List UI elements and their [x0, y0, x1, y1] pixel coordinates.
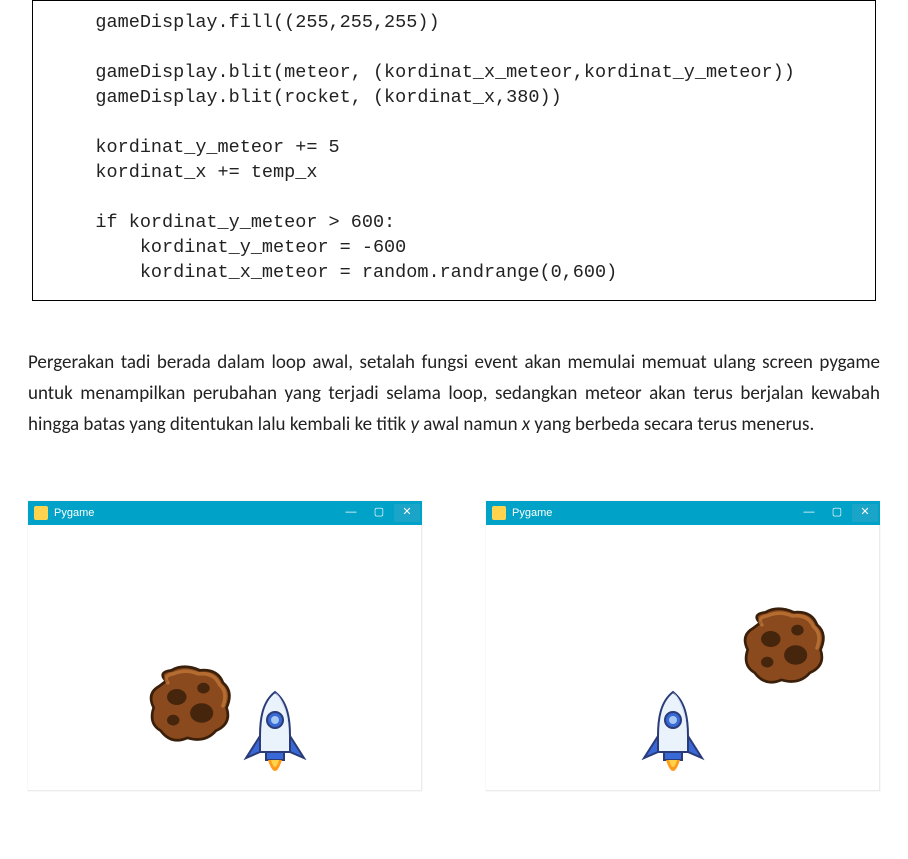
pygame-icon	[492, 506, 506, 520]
rocket-sprite	[240, 690, 310, 782]
titlebar[interactable]: Pygame — ▢ ✕	[28, 501, 422, 525]
window-controls: — ▢ ✕	[796, 504, 880, 522]
window-controls: — ▢ ✕	[338, 504, 422, 522]
windows-row: Pygame — ▢ ✕	[24, 501, 884, 791]
window-title: Pygame	[512, 507, 552, 519]
meteor-sprite	[740, 607, 830, 687]
minimize-button[interactable]: —	[796, 504, 822, 522]
minimize-button[interactable]: —	[338, 504, 364, 522]
game-canvas	[486, 525, 880, 791]
maximize-button[interactable]: ▢	[366, 504, 392, 522]
paragraph-em-y: y	[410, 413, 419, 436]
pygame-window-left: Pygame — ▢ ✕	[28, 501, 422, 791]
titlebar[interactable]: Pygame — ▢ ✕	[486, 501, 880, 525]
close-button[interactable]: ✕	[394, 504, 420, 522]
paragraph-part-2: awal namun	[419, 413, 522, 436]
code-block: gameDisplay.fill((255,255,255)) gameDisp…	[32, 0, 876, 301]
paragraph-em-x: x	[522, 413, 530, 436]
maximize-button[interactable]: ▢	[824, 504, 850, 522]
pygame-icon	[34, 506, 48, 520]
window-title: Pygame	[54, 507, 94, 519]
close-button[interactable]: ✕	[852, 504, 878, 522]
game-canvas	[28, 525, 422, 791]
meteor-sprite	[146, 665, 236, 745]
explanation-paragraph: Pergerakan tadi berada dalam loop awal, …	[24, 347, 884, 441]
rocket-sprite	[638, 690, 708, 782]
paragraph-part-4: yang berbeda secara terus menerus.	[530, 413, 814, 436]
pygame-window-right: Pygame — ▢ ✕	[486, 501, 880, 791]
